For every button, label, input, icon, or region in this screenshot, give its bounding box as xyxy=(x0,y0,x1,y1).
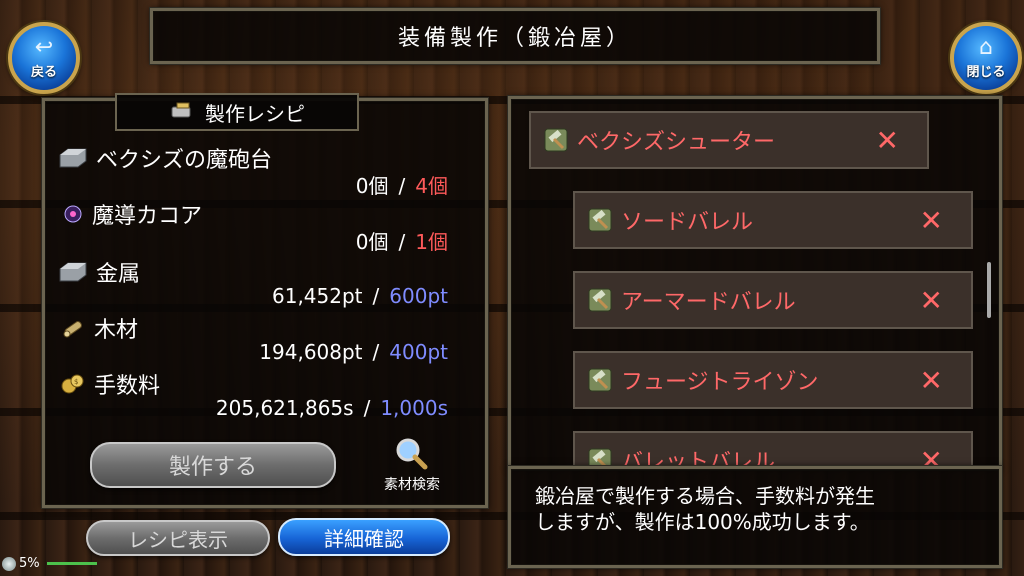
recipe-item-name: フュージトライゾン xyxy=(621,370,819,395)
material-count: 194,608pt / 400pt xyxy=(170,340,448,364)
material-name-row: 木材 xyxy=(60,312,138,344)
material-have: 194,608pt xyxy=(259,340,363,364)
material-name-row: 金属 xyxy=(58,256,140,288)
recipe-tree-item[interactable]: フュージトライゾン ✕ xyxy=(573,351,973,409)
wood-log-icon xyxy=(63,321,82,338)
recipe-panel-header: 製作レシピ xyxy=(115,93,359,131)
metal-ingot-icon xyxy=(59,262,87,282)
separator: / xyxy=(372,340,380,364)
material-need: 400pt xyxy=(389,340,448,364)
battery-icon xyxy=(2,556,16,571)
hammer-icon xyxy=(588,288,612,312)
anvil-icon xyxy=(171,102,191,118)
detail-check-button[interactable]: 詳細確認 xyxy=(278,518,450,556)
recipe-item-name: ベクシズシューター xyxy=(577,130,776,155)
material-count: 0個 / 4個 xyxy=(200,170,448,199)
close-label: 閉じる xyxy=(966,64,1006,80)
recipe-tree-item[interactable]: ソードバレル ✕ xyxy=(573,191,973,249)
home-icon: ⌂ xyxy=(979,34,993,60)
craft-button-label: 製作する xyxy=(168,455,257,480)
material-have: 61,452pt xyxy=(272,284,363,308)
material-need: 600pt xyxy=(389,284,448,308)
material-count: 61,452pt / 600pt xyxy=(200,284,448,308)
battery-percent: 5% xyxy=(19,556,40,571)
recipe-item-name: アーマードバレル xyxy=(621,290,796,315)
recipe-tree-item[interactable]: バレットバレル ✕ xyxy=(573,431,973,467)
material-need: 1,000s xyxy=(380,396,448,420)
separator: / xyxy=(398,174,406,198)
recipe-view-button[interactable]: レシピ表示 xyxy=(86,520,270,556)
back-label: 戻る xyxy=(30,64,57,80)
not-craftable-icon: ✕ xyxy=(875,123,899,157)
recipe-panel-title: 製作レシピ xyxy=(205,101,305,126)
recipe-item-name: ソードバレル xyxy=(621,210,754,235)
back-button[interactable]: ↩ 戻る xyxy=(8,22,80,94)
not-craftable-icon: ✕ xyxy=(919,283,943,317)
separator: / xyxy=(363,396,371,420)
material-search-label: 素材検索 xyxy=(384,477,440,493)
material-name-row: 魔導カコア xyxy=(62,198,202,230)
recipe-tree-item[interactable]: アーマードバレル ✕ xyxy=(573,271,973,329)
material-have: 205,621,865s xyxy=(215,396,354,420)
material-have: 0個 xyxy=(355,230,389,254)
magic-orb-icon xyxy=(64,205,82,223)
info-line-2: しますが、製作は100%成功します。 xyxy=(535,510,870,534)
detail-check-label: 詳細確認 xyxy=(324,526,404,551)
recipe-tree-item[interactable]: ベクシズシューター ✕ xyxy=(529,111,929,169)
material-need: 1個 xyxy=(415,230,448,254)
material-name: 金属 xyxy=(96,262,141,287)
craft-button[interactable]: 製作する xyxy=(90,442,336,488)
status-bar: 5% xyxy=(2,556,97,571)
battery-bar xyxy=(46,562,97,565)
metal-ingot-icon xyxy=(59,148,87,168)
separator: / xyxy=(372,284,380,308)
hammer-icon xyxy=(544,128,568,152)
coin-bag-icon: $ xyxy=(61,374,84,394)
recipe-tree-panel: ベクシズシューター ✕ ソードバレル ✕ アーマードバレル ✕ フュージトライゾ… xyxy=(507,95,1003,471)
svg-text:$: $ xyxy=(74,378,78,386)
material-have: 0個 xyxy=(355,174,389,198)
magnifier-icon xyxy=(396,438,428,470)
info-message-box: 鍛冶屋で製作する場合、手数料が発生 しますが、製作は100%成功します。 xyxy=(507,465,1003,569)
back-arrow-icon: ↩ xyxy=(34,34,54,60)
not-craftable-icon: ✕ xyxy=(919,203,943,237)
recipe-view-label: レシピ表示 xyxy=(128,527,228,552)
material-count: 205,621,865s / 1,000s xyxy=(150,396,448,420)
title-bar: 装備製作（鍛冶屋） xyxy=(149,7,881,65)
separator: / xyxy=(398,230,406,254)
material-name-row: $ 手数料 xyxy=(60,368,160,400)
not-craftable-icon: ✕ xyxy=(919,363,943,397)
material-name: 木材 xyxy=(94,318,139,343)
material-name: 魔導カコア xyxy=(92,204,203,229)
hammer-icon xyxy=(588,368,612,392)
close-button[interactable]: ⌂ 閉じる xyxy=(950,22,1022,94)
page-title: 装備製作（鍛冶屋） xyxy=(397,26,632,51)
recipe-tree-scrollbar[interactable] xyxy=(987,262,991,318)
material-count: 0個 / 1個 xyxy=(200,226,448,255)
info-line-1: 鍛冶屋で製作する場合、手数料が発生 xyxy=(535,484,875,508)
material-search-button[interactable]: 素材検索 xyxy=(362,436,462,496)
material-need: 4個 xyxy=(415,174,448,198)
hammer-icon xyxy=(588,208,612,232)
